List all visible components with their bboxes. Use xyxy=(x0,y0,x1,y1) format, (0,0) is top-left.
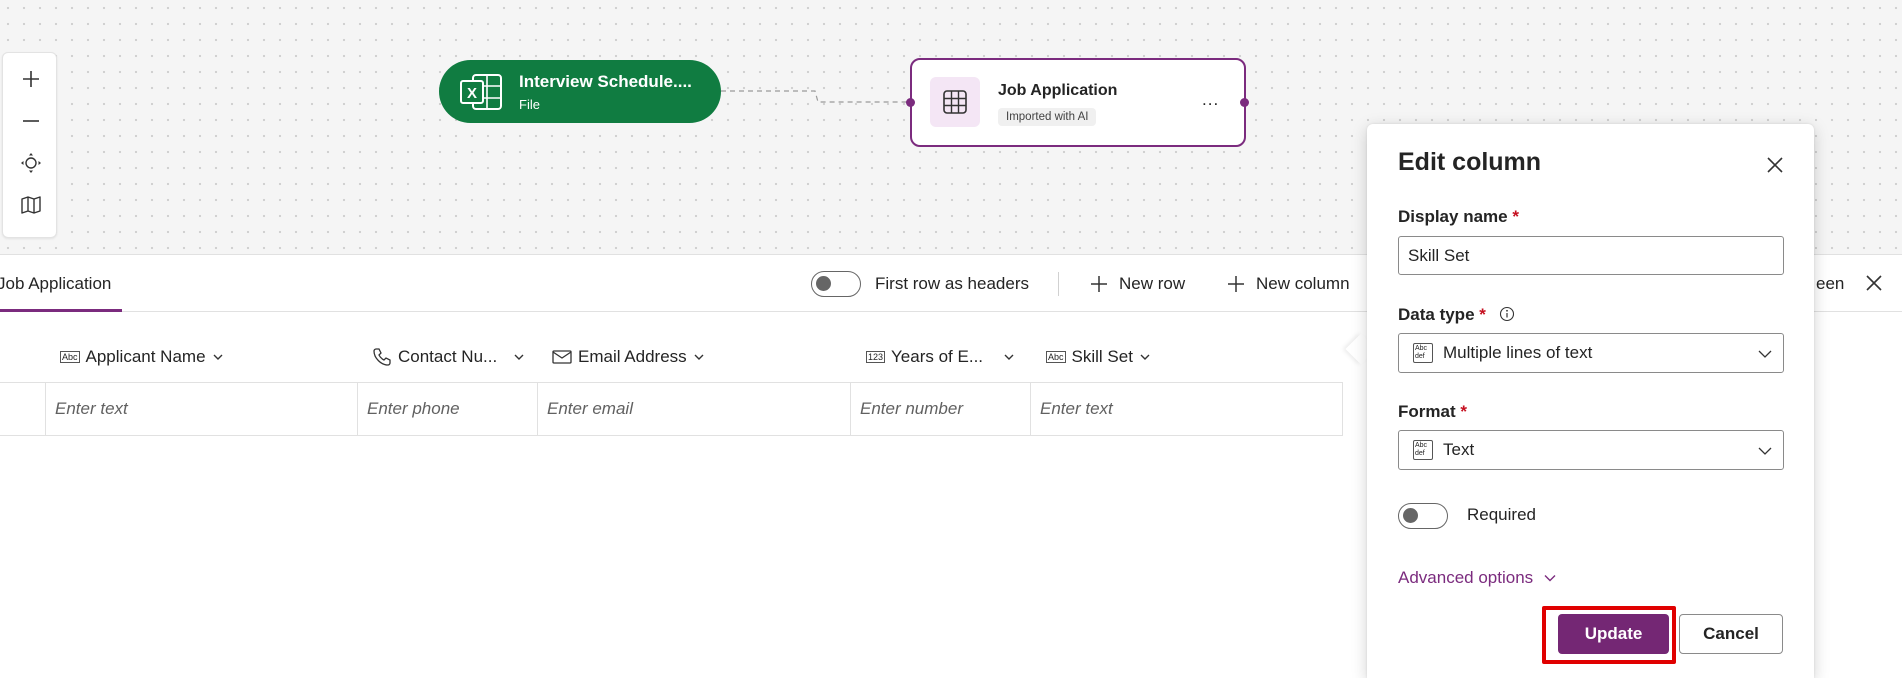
table-row: Enter text Enter phone Enter email Enter… xyxy=(0,382,1343,436)
required-label: Required xyxy=(1467,505,1536,524)
display-name-input[interactable] xyxy=(1398,236,1784,275)
column-header-years-of-experience[interactable]: 123 Years of E... xyxy=(866,340,1015,374)
file-node-title: Interview Schedule.... xyxy=(519,72,692,91)
cell-applicant-name[interactable]: Enter text xyxy=(45,383,357,435)
header-divider xyxy=(1058,272,1059,296)
text-type-icon: Abc xyxy=(1046,351,1066,363)
column-label: Email Address xyxy=(578,347,687,366)
close-icon[interactable] xyxy=(1764,154,1786,176)
data-type-select[interactable]: Abc def Multiple lines of text xyxy=(1398,333,1784,373)
plus-icon xyxy=(22,71,39,87)
column-header-applicant-name[interactable]: Abc Applicant Name xyxy=(60,340,224,374)
multiline-text-icon: Abc def xyxy=(1413,343,1433,363)
column-label: Contact Nu... xyxy=(398,347,498,366)
chevron-down-icon xyxy=(514,354,524,360)
cell-email-address[interactable]: Enter email xyxy=(537,383,850,435)
plus-icon xyxy=(1091,276,1107,292)
map-icon xyxy=(20,196,41,214)
table-icon xyxy=(930,77,980,127)
format-value: Text xyxy=(1443,440,1475,459)
column-label: Skill Set xyxy=(1071,347,1133,366)
column-label: Years of E... xyxy=(891,347,984,366)
mail-icon xyxy=(552,350,572,364)
input-port[interactable] xyxy=(906,98,915,107)
new-row-label: New row xyxy=(1119,274,1186,293)
data-type-label: Data type * xyxy=(1398,305,1486,324)
info-icon[interactable] xyxy=(1499,306,1515,322)
zoom-out-button[interactable] xyxy=(3,101,58,141)
cancel-button[interactable]: Cancel xyxy=(1679,614,1783,654)
column-header-contact-number[interactable]: Contact Nu... xyxy=(372,340,525,374)
fit-view-button[interactable] xyxy=(3,143,58,183)
chevron-down-icon xyxy=(1544,575,1556,582)
new-row-button[interactable]: New row xyxy=(1089,256,1185,312)
new-column-label: New column xyxy=(1256,274,1350,293)
advanced-options-label: Advanced options xyxy=(1398,568,1534,587)
edit-column-pane: Edit column Display name * Data type * A… xyxy=(1367,124,1814,678)
text-type-icon: Abc xyxy=(60,351,80,363)
number-type-icon: 123 xyxy=(866,351,886,363)
chevron-down-icon xyxy=(694,354,704,360)
chevron-down-icon xyxy=(1140,354,1150,360)
cell-contact-number[interactable]: Enter phone xyxy=(357,383,537,435)
tab-job-application[interactable]: Job Application xyxy=(0,256,122,312)
file-node-subtitle: File xyxy=(519,97,540,112)
svg-text:X: X xyxy=(467,85,477,102)
format-label: Format * xyxy=(1398,402,1467,421)
plus-icon xyxy=(1228,276,1244,292)
new-column-button[interactable]: New column xyxy=(1226,256,1350,312)
required-toggle[interactable] xyxy=(1398,503,1448,529)
chevron-down-icon xyxy=(213,354,223,360)
table-node-title: Job Application xyxy=(998,82,1118,99)
chevron-down-icon xyxy=(1004,354,1014,360)
fullscreen-button-label[interactable]: een xyxy=(1816,256,1864,312)
excel-icon: X xyxy=(460,74,502,110)
cell-years-of-experience[interactable]: Enter number xyxy=(850,383,1030,435)
column-label: Applicant Name xyxy=(85,347,206,366)
cell-skill-set[interactable]: Enter text xyxy=(1030,383,1342,435)
close-panel-icon[interactable] xyxy=(1864,273,1884,293)
data-type-value: Multiple lines of text xyxy=(1443,343,1593,362)
table-node[interactable]: Job Application Imported with AI ... xyxy=(910,58,1246,147)
minimap-button[interactable] xyxy=(3,185,58,225)
pane-title: Edit column xyxy=(1398,148,1542,176)
minus-icon xyxy=(22,120,39,122)
fit-view-icon xyxy=(20,153,41,173)
column-header-skill-set[interactable]: Abc Skill Set xyxy=(1046,340,1151,374)
zoom-toolbar xyxy=(2,52,57,238)
file-node[interactable]: X Interview Schedule.... File xyxy=(439,60,721,123)
format-select[interactable]: Abc def Text xyxy=(1398,430,1784,470)
imported-badge: Imported with AI xyxy=(998,108,1097,126)
update-button[interactable]: Update xyxy=(1558,614,1669,654)
first-row-headers-toggle[interactable] xyxy=(811,271,861,297)
chevron-down-icon xyxy=(1758,350,1772,358)
advanced-options-link[interactable]: Advanced options xyxy=(1398,568,1557,588)
column-header-email-address[interactable]: Email Address xyxy=(552,340,705,374)
text-format-icon: Abc def xyxy=(1413,440,1433,460)
display-name-label: Display name * xyxy=(1398,207,1519,226)
more-options-button[interactable]: ... xyxy=(1202,90,1219,110)
zoom-in-button[interactable] xyxy=(3,59,58,99)
chevron-down-icon xyxy=(1758,447,1772,455)
phone-icon xyxy=(373,348,391,366)
output-port[interactable] xyxy=(1240,98,1249,107)
first-row-headers-label: First row as headers xyxy=(875,274,1029,293)
